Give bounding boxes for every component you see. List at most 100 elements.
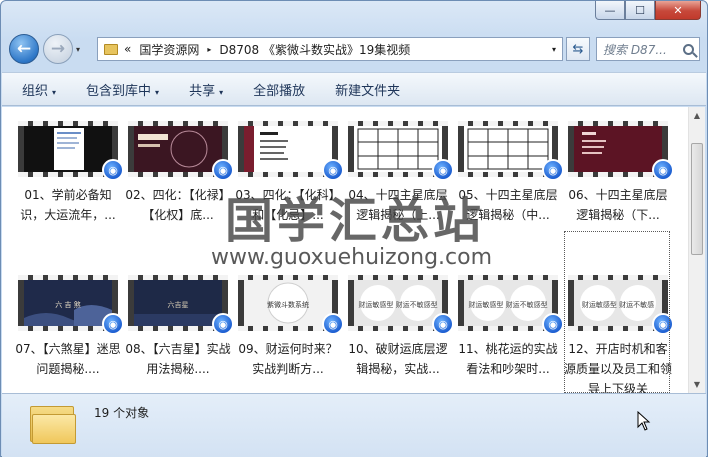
back-arrow-icon: ← (16, 39, 32, 59)
media-player-badge-icon: ◉ (542, 313, 564, 335)
video-thumbnail: ◉ (348, 121, 454, 181)
close-icon: ✕ (673, 3, 683, 17)
video-thumbnail: 六吉星 ◉ (128, 275, 234, 335)
minimize-icon: — (604, 3, 616, 17)
address-root-chevron[interactable]: « (124, 42, 131, 56)
svg-text:六吉星: 六吉星 (168, 300, 189, 309)
caption-buttons: — ☐ ✕ (595, 1, 701, 20)
video-thumbnail: ◉ (18, 121, 124, 181)
video-file-item[interactable]: 财运敏感型 财运不敏感型 ◉ 11、桃花运的实战看法和吵架时... (454, 275, 564, 379)
chevron-down-icon: ▾ (52, 87, 57, 97)
focus-rectangle (564, 231, 670, 393)
video-thumbnail: ◉ (238, 121, 344, 181)
address-dropdown-icon[interactable]: ▾ (552, 45, 556, 54)
svg-text:紫微斗数系统: 紫微斗数系统 (267, 300, 309, 309)
watermark-url: www.guoxuehuizong.com (211, 245, 493, 270)
svg-text:财运敏感型 财运不敏感型: 财运敏感型 财运不敏感型 (358, 300, 437, 309)
thumbnail-image (354, 126, 442, 172)
file-name: 07、【六煞星】迷思问题揭秘.... (15, 342, 121, 376)
video-thumbnail: 六 吉 煞 ◉ (18, 275, 124, 335)
address-bar[interactable]: « 国学资源网 ▸ D8708 《紫微斗数实战》19集视频 ▾ (97, 37, 563, 61)
video-thumbnail: 财运敏感型 财运不敏感型 ◉ (458, 275, 564, 335)
organize-label: 组织 (22, 83, 49, 99)
details-pane: 19 个对象 (2, 393, 706, 457)
thumbnail-image (574, 126, 662, 172)
file-name: 11、桃花运的实战看法和吵架时... (458, 342, 558, 376)
video-file-item[interactable]: ◉ 02、四化：【化禄】【化权】底... (124, 121, 234, 225)
video-file-item[interactable]: 六吉星 ◉ 08、【六吉星】实战用法揭秘.... (124, 275, 234, 379)
thumbnail-image (134, 126, 222, 172)
video-thumbnail: ◉ (128, 121, 234, 181)
media-player-badge-icon: ◉ (212, 159, 234, 181)
media-player-badge-icon: ◉ (432, 159, 454, 181)
share-button[interactable]: 共享 ▾ (189, 80, 223, 99)
thumbnail-image: 六吉星 (134, 280, 222, 326)
recent-pages-dropdown[interactable]: ▾ (76, 45, 80, 54)
video-thumbnail: ◉ (568, 121, 674, 181)
breadcrumb-current-folder[interactable]: D8708 《紫微斗数实战》19集视频 (219, 41, 410, 58)
breadcrumb-guoxue[interactable]: 国学资源网 (139, 41, 199, 58)
file-name: 09、财运何时来？实战判断方... (238, 342, 338, 376)
maximize-icon: ☐ (635, 3, 645, 17)
command-bar: 组织 ▾ 包含到库中 ▾ 共享 ▾ 全部播放 新建文件夹 (2, 72, 706, 106)
share-label: 共享 (189, 83, 216, 99)
video-file-item[interactable]: 六 吉 煞 ◉ 07、【六煞星】迷思问题揭秘.... (14, 275, 124, 379)
watermark-title: 国学汇总站 (225, 193, 486, 249)
file-name: 06、十四主星底层逻辑揭秘（下... (568, 188, 668, 222)
play-all-label: 全部播放 (253, 83, 306, 99)
forward-button[interactable]: → (43, 34, 73, 64)
new-folder-button[interactable]: 新建文件夹 (335, 80, 400, 99)
explorer-window: — ☐ ✕ ← → ▾ « 国学资源网 ▸ D8708 《紫微斗数实战》19集视… (0, 0, 708, 457)
thumbnail-image: 财运敏感型 财运不敏感型 (354, 280, 442, 326)
chevron-down-icon: ▾ (155, 87, 160, 97)
video-file-item[interactable]: 紫微斗数系统 ◉ 09、财运何时来？实战判断方... (234, 275, 344, 379)
organize-button[interactable]: 组织 ▾ (22, 80, 56, 99)
svg-text:六 吉 煞: 六 吉 煞 (55, 300, 80, 309)
media-player-badge-icon: ◉ (432, 313, 454, 335)
include-in-library-button[interactable]: 包含到库中 ▾ (86, 80, 159, 99)
thumbnail-image: 六 吉 煞 (24, 280, 112, 326)
search-placeholder: 搜索 D87... (603, 42, 667, 57)
video-file-item[interactable]: 财运敏感型 财运不敏感型 ◉ 10、破财运底层逻辑揭秘，实战... (344, 275, 454, 379)
folder-icon (104, 43, 118, 55)
media-player-badge-icon: ◉ (542, 159, 564, 181)
maximize-button[interactable]: ☐ (625, 1, 655, 20)
media-player-badge-icon: ◉ (652, 159, 674, 181)
scroll-up-icon[interactable]: ▲ (689, 107, 705, 124)
media-player-badge-icon: ◉ (212, 313, 234, 335)
media-player-badge-icon: ◉ (322, 159, 344, 181)
vertical-scrollbar[interactable]: ▲ ▼ (688, 107, 705, 393)
video-thumbnail: 紫微斗数系统 ◉ (238, 275, 344, 335)
include-library-label: 包含到库中 (86, 83, 152, 99)
refresh-button[interactable]: ⇆ (566, 37, 590, 61)
back-button[interactable]: ← (9, 34, 39, 64)
video-thumbnail: 财运敏感型 财运不敏感型 ◉ (348, 275, 454, 335)
object-count: 19 个对象 (94, 406, 150, 420)
file-name: 02、四化：【化禄】【化权】底... (125, 188, 231, 222)
refresh-icon: ⇆ (572, 41, 584, 57)
mouse-cursor-icon (637, 411, 651, 431)
media-player-badge-icon: ◉ (102, 313, 124, 335)
video-thumbnail: ◉ (458, 121, 564, 181)
file-name: 01、学前必备知识，大运流年，... (20, 188, 116, 222)
thumbnail-image: 财运敏感型 财运不敏感型 (464, 280, 552, 326)
minimize-button[interactable]: — (595, 1, 625, 20)
thumbnail-image: 紫微斗数系统 (244, 280, 332, 326)
close-button[interactable]: ✕ (655, 1, 701, 20)
video-file-item[interactable]: ◉ 06、十四主星底层逻辑揭秘（下... (564, 121, 674, 225)
search-input[interactable]: 搜索 D87... (596, 37, 700, 61)
svg-text:财运敏感型 财运不敏感型: 财运敏感型 财运不敏感型 (468, 300, 547, 309)
navigation-buttons: ← → ▾ (9, 34, 80, 64)
media-player-badge-icon: ◉ (322, 313, 344, 335)
media-player-badge-icon: ◉ (102, 159, 124, 181)
thumbnail-image (464, 126, 552, 172)
play-all-button[interactable]: 全部播放 (253, 80, 305, 99)
scrollbar-thumb[interactable] (691, 143, 703, 255)
breadcrumb-separator-icon[interactable]: ▸ (207, 45, 211, 54)
new-folder-label: 新建文件夹 (335, 83, 401, 99)
forward-arrow-icon: → (50, 39, 66, 59)
folder-icon (30, 402, 78, 444)
search-icon[interactable] (683, 43, 694, 55)
scroll-down-icon[interactable]: ▼ (689, 376, 705, 393)
video-file-item[interactable]: ◉ 01、学前必备知识，大运流年，... (14, 121, 124, 225)
